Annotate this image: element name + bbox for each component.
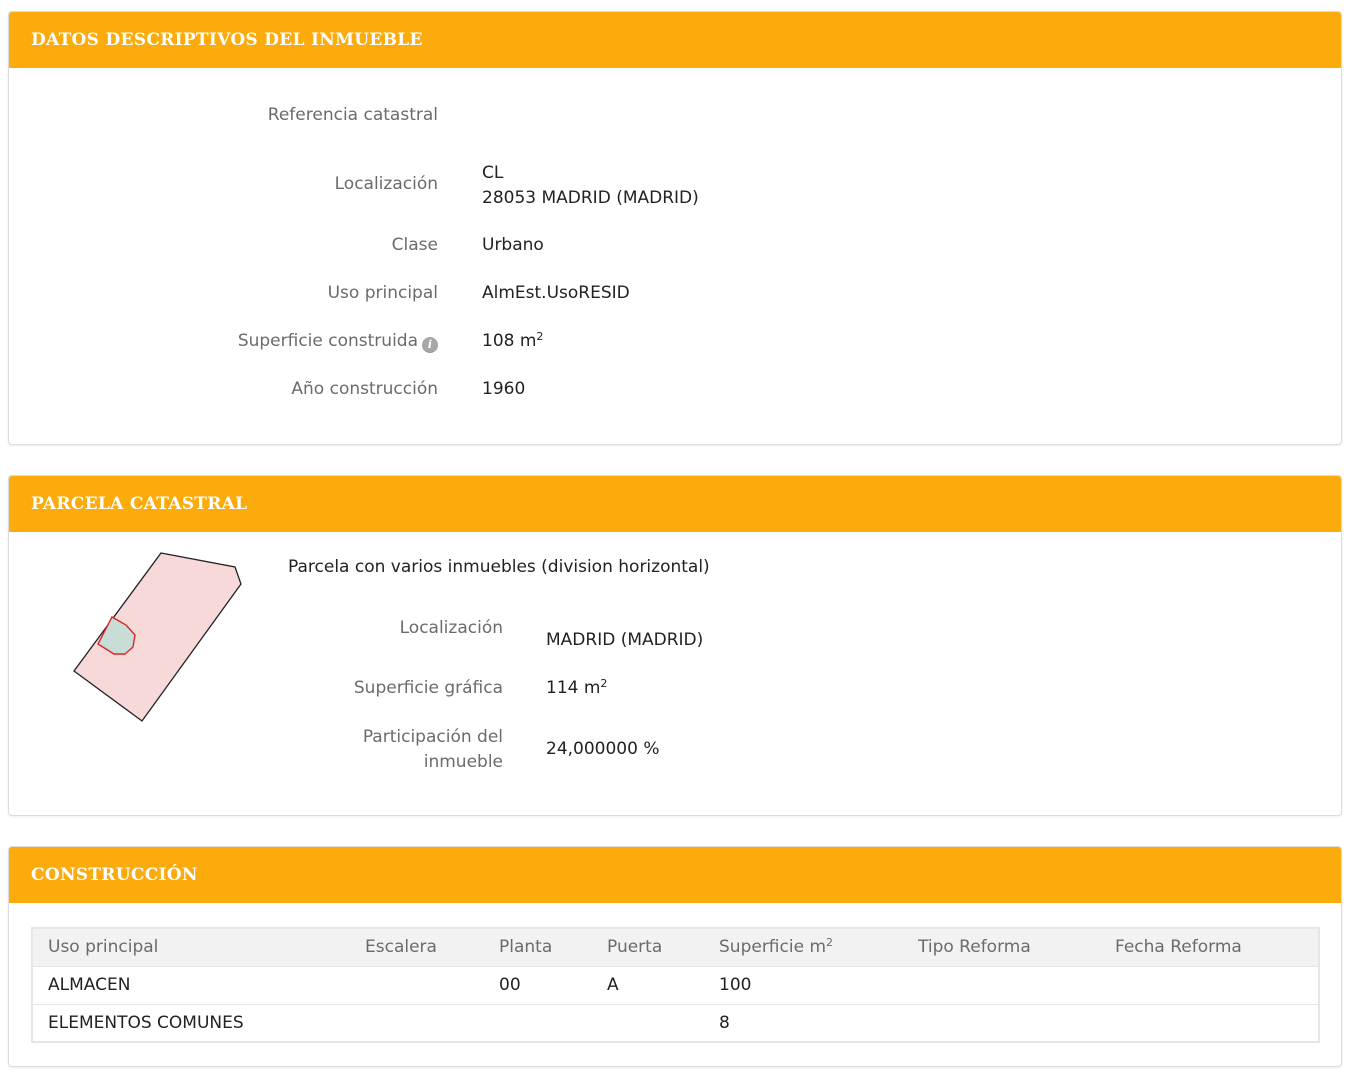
column-header-escalera: Escalera xyxy=(350,928,484,967)
cell-puerta: A xyxy=(592,966,704,1005)
column-header-tipo-reforma: Tipo Reforma xyxy=(903,928,1100,967)
participacion-label-line2: inmueble xyxy=(423,752,503,772)
table-header-row: Uso principal Escalera Planta Puerta Sup… xyxy=(32,928,1319,967)
clase-value: Urbano xyxy=(482,235,544,255)
column-header-superficie-sup: 2 xyxy=(826,936,834,950)
panel-title: DATOS DESCRIPTIVOS DEL INMUEBLE xyxy=(31,30,423,50)
parcela-localizacion-value: MADRID (MADRID) xyxy=(546,630,704,650)
localizacion-value: CL 28053 MADRID (MADRID) xyxy=(482,161,699,211)
parcela-catastral-panel: PARCELA CATASTRAL Parcela con varios inm… xyxy=(8,475,1342,816)
cell-tipo-reforma xyxy=(903,1004,1100,1043)
cell-puerta xyxy=(592,1004,704,1043)
uso-principal-label: Uso principal xyxy=(327,283,438,303)
uso-principal-value: AlmEst.UsoRESID xyxy=(482,283,630,303)
superficie-grafica-sup: 2 xyxy=(600,677,608,690)
cell-superficie: 100 xyxy=(704,966,903,1005)
column-header-superficie-text: Superficie m xyxy=(719,937,827,958)
cell-escalera xyxy=(350,1004,484,1043)
column-header-planta: Planta xyxy=(484,928,592,967)
parcel-shape xyxy=(73,552,242,722)
cell-planta xyxy=(484,1004,592,1043)
table-row: ELEMENTOS COMUNES 8 xyxy=(32,1004,1319,1043)
cell-superficie: 8 xyxy=(704,1004,903,1043)
superficie-construida-sup: 2 xyxy=(536,330,544,343)
superficie-construida-value: 108 m2 xyxy=(482,331,543,351)
cell-fecha-reforma xyxy=(1100,1004,1319,1043)
column-header-uso: Uso principal xyxy=(32,928,350,967)
column-header-puerta: Puerta xyxy=(592,928,704,967)
localizacion-label: Localización xyxy=(334,174,438,194)
localizacion-line2: 28053 MADRID (MADRID) xyxy=(482,188,699,208)
superficie-construida-label: Superficie construida i xyxy=(238,331,438,353)
cell-uso: ALMACEN xyxy=(32,966,350,1005)
panel-title: PARCELA CATASTRAL xyxy=(31,494,248,514)
clase-label: Clase xyxy=(391,235,438,255)
anio-construccion-label: Año construcción xyxy=(291,379,438,399)
column-header-fecha-reforma: Fecha Reforma xyxy=(1100,928,1319,967)
cell-tipo-reforma xyxy=(903,966,1100,1005)
datos-descriptivos-panel: DATOS DESCRIPTIVOS DEL INMUEBLE Referenc… xyxy=(8,11,1342,445)
participacion-label-line1: Participación del xyxy=(362,727,503,747)
construccion-table: Uso principal Escalera Planta Puerta Sup… xyxy=(31,927,1320,1043)
cell-uso: ELEMENTOS COMUNES xyxy=(32,1004,350,1043)
parcel-map[interactable] xyxy=(64,544,264,734)
superficie-grafica-number: 114 m xyxy=(546,678,601,698)
column-header-superficie: Superficie m2 xyxy=(704,928,903,967)
superficie-grafica-label: Superficie gráfica xyxy=(353,678,503,698)
superficie-construida-number: 108 m xyxy=(482,331,537,351)
panel-title: CONSTRUCCIÓN xyxy=(31,865,198,885)
info-icon[interactable]: i xyxy=(422,337,438,353)
panel-header: DATOS DESCRIPTIVOS DEL INMUEBLE xyxy=(9,12,1341,68)
parcela-localizacion-label: Localización xyxy=(399,618,503,638)
cell-planta: 00 xyxy=(484,966,592,1005)
panel-header: CONSTRUCCIÓN xyxy=(9,847,1341,903)
participacion-value: 24,000000 % xyxy=(546,739,660,759)
construccion-panel: CONSTRUCCIÓN Uso principal Escalera Plan… xyxy=(8,846,1342,1067)
superficie-grafica-value: 114 m2 xyxy=(546,678,607,698)
table-row: ALMACEN 00 A 100 xyxy=(32,966,1319,1005)
panel-header: PARCELA CATASTRAL xyxy=(9,476,1341,532)
superficie-construida-text: Superficie construida xyxy=(237,331,418,351)
participacion-label: Participación del inmueble xyxy=(363,725,503,775)
localizacion-line1: CL xyxy=(482,163,504,183)
anio-construccion-value: 1960 xyxy=(482,379,526,399)
cell-fecha-reforma xyxy=(1100,966,1319,1005)
cell-escalera xyxy=(350,966,484,1005)
parcela-description: Parcela con varios inmuebles (division h… xyxy=(288,557,710,577)
referencia-label: Referencia catastral xyxy=(267,105,438,125)
